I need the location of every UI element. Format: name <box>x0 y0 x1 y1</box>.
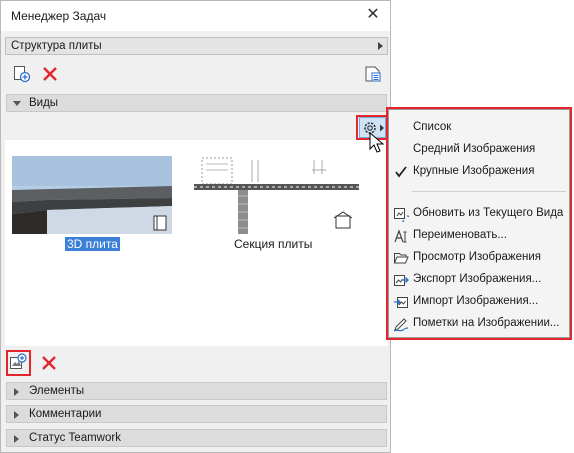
menu-item-large-images[interactable]: Крупные Изображения <box>388 161 570 183</box>
checkmark-icon <box>393 164 409 180</box>
menu-item-update-from-view[interactable]: Обновить из Текущего Вида <box>388 203 570 225</box>
chevron-right-icon <box>378 42 383 50</box>
thumbnail-label-section: Секция плиты <box>234 237 313 251</box>
menu-item-label: Экспорт Изображения... <box>413 273 542 285</box>
close-icon[interactable]: ✕ <box>366 6 380 24</box>
window-title: Менеджер Задач <box>11 9 107 23</box>
menu-item-list[interactable]: Список <box>388 117 570 139</box>
menu-item-export-image[interactable]: Экспорт Изображения... <box>388 269 570 291</box>
menu-item-label: Пометки на Изображении... <box>413 317 560 329</box>
menu-item-label: Обновить из Текущего Вида <box>413 207 564 219</box>
menu-item-label: Крупные Изображения <box>413 165 535 177</box>
menu-item-rename[interactable]: Переименовать... <box>388 225 570 247</box>
menu-separator <box>412 191 566 192</box>
chevron-right-icon <box>14 435 19 443</box>
chevron-down-icon <box>13 101 21 106</box>
menu-item-label: Просмотр Изображения <box>413 251 541 263</box>
thumbnail-3d-slab[interactable] <box>12 156 172 234</box>
views-section-label: Виды <box>29 97 59 109</box>
menu-item-label: Импорт Изображения... <box>413 295 539 307</box>
structure-selector[interactable]: Структура плиты <box>5 37 388 55</box>
elements-section-header[interactable]: Элементы <box>6 382 387 400</box>
mouse-cursor-icon <box>369 132 385 153</box>
folder-open-icon <box>393 250 409 266</box>
import-image-icon <box>393 294 409 310</box>
menu-item-import-image[interactable]: Импорт Изображения... <box>388 291 570 313</box>
menu-item-medium-images[interactable]: Средний Изображения <box>388 139 570 161</box>
add-image-icon <box>10 353 27 369</box>
views-section-header[interactable]: Виды <box>6 94 387 112</box>
task-list-button[interactable] <box>364 65 382 83</box>
chevron-right-icon <box>14 411 19 419</box>
delete-view-button[interactable] <box>40 354 58 372</box>
structure-label: Структура плиты <box>11 40 102 52</box>
slab-section-preview-image <box>194 156 359 234</box>
menu-item-markup-image[interactable]: Пометки на Изображении... <box>388 313 570 335</box>
add-item-button[interactable] <box>13 65 31 83</box>
slab-3d-preview-image <box>12 156 172 234</box>
chevron-right-icon <box>14 388 19 396</box>
views-toolbar <box>5 114 388 140</box>
thumbnail-section[interactable] <box>194 156 359 234</box>
view-options-menu: Список Средний Изображения Крупные Изобр… <box>386 107 572 340</box>
refresh-view-icon <box>393 206 412 225</box>
rename-icon <box>393 228 409 244</box>
teamwork-section-label: Статус Teamwork <box>29 432 121 444</box>
title-bar: Менеджер Задач ✕ <box>1 1 390 31</box>
add-page-icon <box>14 66 31 83</box>
elements-section-label: Элементы <box>29 385 85 397</box>
markup-pen-icon <box>393 316 409 332</box>
task-manager-panel: Менеджер Задач ✕ Структура плиты Виды 3D… <box>0 0 391 453</box>
export-image-icon <box>393 272 409 288</box>
menu-item-label: Список <box>413 121 452 133</box>
menu-item-label: Переименовать... <box>413 229 507 241</box>
thumbnail-label-3d: 3D плита <box>65 237 120 251</box>
menu-item-view-image[interactable]: Просмотр Изображения <box>388 247 570 269</box>
delete-item-button[interactable] <box>41 65 59 83</box>
comments-section-header[interactable]: Комментарии <box>6 405 387 423</box>
comments-section-label: Комментарии <box>29 408 102 420</box>
delete-x-icon <box>43 67 57 81</box>
delete-x-icon <box>42 356 56 370</box>
menu-item-label: Средний Изображения <box>413 143 536 155</box>
add-view-button[interactable] <box>9 353 27 371</box>
list-page-icon <box>365 66 381 82</box>
teamwork-section-header[interactable]: Статус Teamwork <box>6 429 387 447</box>
